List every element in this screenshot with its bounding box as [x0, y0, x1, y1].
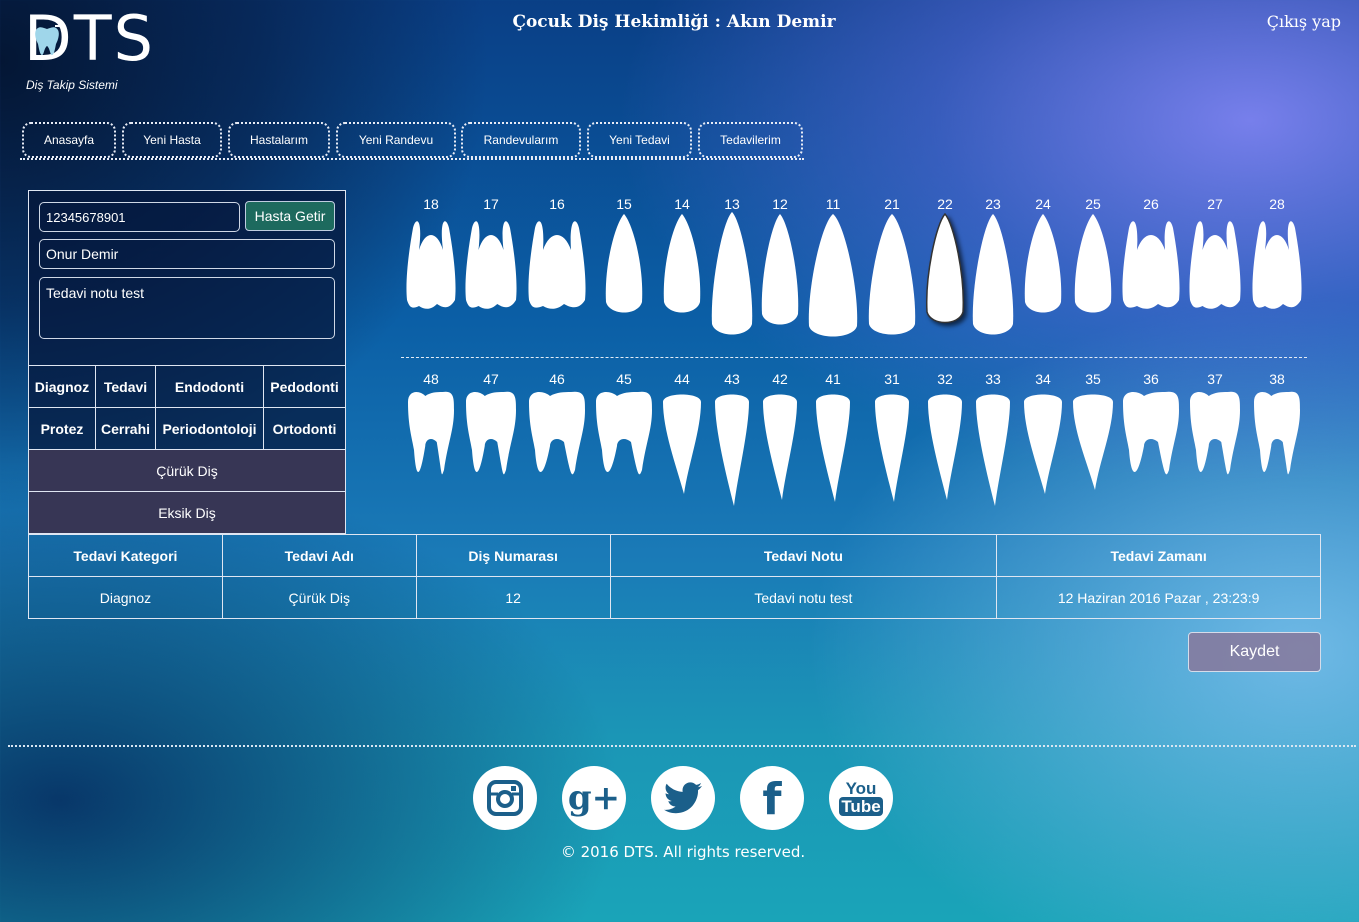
nav-randevularim[interactable]: Randevularım	[461, 122, 581, 158]
cell-adi: Çürük Diş	[221, 576, 417, 619]
table-row[interactable]: Diagnoz Çürük Diş 12 Tedavi notu test 12…	[28, 576, 1321, 619]
facebook-icon[interactable]: f	[740, 766, 804, 830]
subitem-eksik-dis[interactable]: Eksik Diş	[29, 491, 345, 533]
category-row: Diagnoz Tedavi Endodonti Pedodonti	[29, 365, 345, 407]
category-cerrahi[interactable]: Cerrahi	[96, 408, 156, 449]
tooth-shape	[528, 221, 586, 309]
nav-yeni-tedavi[interactable]: Yeni Tedavi	[587, 122, 692, 158]
col-header-adi: Tedavi Adı	[221, 534, 417, 577]
tooth-shape	[808, 214, 858, 337]
category-grid: Diagnoz Tedavi Endodonti Pedodonti Prote…	[29, 365, 345, 533]
patient-id-input[interactable]	[39, 202, 240, 232]
logo-subtitle: Diş Takip Sistemi	[26, 78, 118, 92]
logout-link[interactable]: Çıkış yap	[1267, 12, 1341, 31]
category-ortodonti[interactable]: Ortodonti	[264, 408, 345, 449]
twitter-icon[interactable]	[651, 766, 715, 830]
google-plus-icon[interactable]: g+	[562, 766, 626, 830]
cell-notu: Tedavi notu test	[609, 576, 998, 619]
tooth-shape	[1252, 221, 1302, 309]
tooth-shape	[605, 214, 643, 313]
hasta-getir-button[interactable]: Hasta Getir	[245, 201, 335, 231]
category-periodontoloji[interactable]: Periodontoloji	[156, 408, 264, 449]
category-row: Protez Cerrahi Periodontoloji Ortodonti	[29, 407, 345, 449]
youtube-glyph-bottom: Tube	[839, 797, 883, 816]
nav-yeni-randevu[interactable]: Yeni Randevu	[336, 122, 456, 158]
google-plus-glyph: g+	[567, 778, 621, 818]
tooth-shape	[816, 394, 850, 502]
tooth-shape	[1189, 221, 1241, 309]
facebook-glyph: f	[762, 774, 782, 825]
tooth-shape	[1073, 394, 1113, 490]
cell-dis-numarasi: 12	[415, 576, 611, 619]
col-header-zamani: Tedavi Zamanı	[996, 534, 1321, 577]
tooth-shape	[408, 391, 454, 475]
youtube-glyph-top: You	[845, 779, 877, 798]
page-title: Çocuk Diş Hekimliği : Akın Demir	[512, 12, 836, 32]
instagram-glyph	[487, 780, 523, 816]
tooth-shape	[465, 221, 517, 309]
tooth-28[interactable]	[1237, 205, 1317, 345]
category-endodonti[interactable]: Endodonti	[156, 366, 264, 407]
treatment-note-field[interactable]: Tedavi notu test	[39, 277, 335, 339]
youtube-icon[interactable]: You Tube	[829, 766, 893, 830]
jaw-divider	[401, 357, 1307, 358]
category-diagnoz[interactable]: Diagnoz	[29, 366, 96, 407]
tooth-shape	[466, 391, 516, 475]
patient-name-field[interactable]	[39, 239, 335, 269]
nav-yeni-hasta[interactable]: Yeni Hasta	[122, 122, 222, 158]
patient-panel: Hasta Getir Tedavi notu test Diagnoz Ted…	[28, 190, 346, 534]
cell-kategori: Diagnoz	[28, 576, 223, 619]
nav-anasayfa[interactable]: Anasayfa	[22, 122, 116, 158]
tooth-shape	[1254, 391, 1300, 475]
copyright: © 2016 DTS. All rights reserved.	[560, 843, 806, 861]
tooth-shape	[1123, 391, 1179, 475]
nav-tedavilerim[interactable]: Tedavilerim	[698, 122, 803, 158]
tooth-shape	[406, 221, 456, 309]
subitem-curuk-dis[interactable]: Çürük Diş	[29, 449, 345, 491]
tooth-shape	[1074, 214, 1112, 313]
col-header-kategori: Tedavi Kategori	[28, 534, 223, 577]
col-header-notu: Tedavi Notu	[609, 534, 998, 577]
tooth-38[interactable]	[1237, 385, 1317, 525]
cell-zamani: 12 Haziran 2016 Pazar , 23:23:9	[996, 576, 1321, 619]
kaydet-button[interactable]: Kaydet	[1188, 632, 1321, 672]
footer-divider	[8, 745, 1356, 747]
treatment-table: Tedavi Kategori Tedavi Adı Diş Numarası …	[28, 534, 1321, 619]
table-header-row: Tedavi Kategori Tedavi Adı Diş Numarası …	[28, 534, 1321, 577]
tooth-shape	[1122, 221, 1180, 309]
tooth-shape	[529, 391, 585, 475]
col-header-dis-numarasi: Diş Numarası	[415, 534, 611, 577]
twitter-bird-glyph	[664, 782, 702, 814]
category-protez[interactable]: Protez	[29, 408, 96, 449]
nav-hastalarim[interactable]: Hastalarım	[228, 122, 330, 158]
category-tedavi[interactable]: Tedavi	[96, 366, 156, 407]
tooth-shape	[875, 394, 909, 502]
tooth-shape	[1190, 391, 1240, 475]
category-pedodonti[interactable]: Pedodonti	[264, 366, 345, 407]
main-nav: Anasayfa Yeni Hasta Hastalarım Yeni Rand…	[20, 120, 804, 160]
instagram-icon[interactable]	[473, 766, 537, 830]
tooth-shape	[763, 394, 797, 500]
